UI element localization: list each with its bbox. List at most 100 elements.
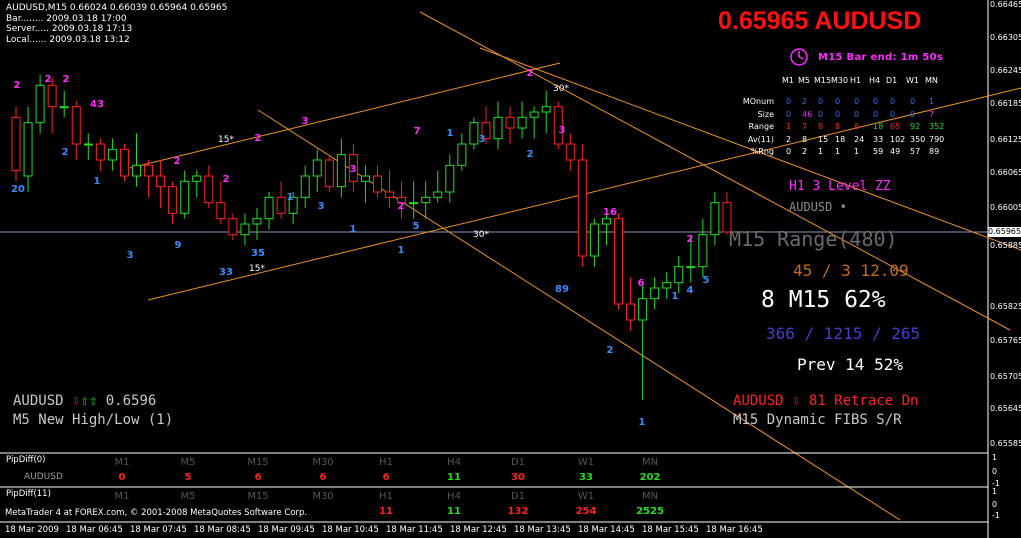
- trendline-upper-up: [129, 62, 561, 169]
- candle-body: [83, 143, 93, 146]
- sub-axis-tick: 1: [992, 487, 998, 496]
- clock-icon: [790, 48, 808, 66]
- panel-tf-header: W1: [577, 457, 595, 468]
- percent-line: 8 M15 62%: [761, 287, 886, 313]
- left-newhl: M5 New High/Low (1): [13, 412, 174, 428]
- tf-header: H4: [869, 76, 881, 85]
- candle-body: [421, 196, 431, 204]
- time-tick: 18 Mar 2009: [5, 525, 59, 535]
- candle-body: [529, 111, 539, 118]
- zigzag-label: 2: [527, 149, 534, 160]
- tf-header: M15: [814, 76, 832, 85]
- left-symbol: AUDUSD: [13, 393, 64, 409]
- candle-body: [228, 218, 238, 236]
- sub-axis-tick: 0: [992, 467, 998, 476]
- sub-axis-tick: -1: [992, 511, 1000, 520]
- candle-body: [445, 164, 455, 193]
- info-cell: 8: [802, 134, 808, 144]
- zigzag-label: 2: [62, 147, 69, 158]
- zigzag-label: 2: [223, 174, 230, 185]
- time-tick: 18 Mar 14:45: [578, 525, 635, 535]
- info-cell: 0: [873, 97, 879, 106]
- info-cell: 59: [873, 147, 884, 156]
- info-cell: 1: [818, 147, 824, 156]
- candle-body: [59, 106, 69, 109]
- candle-body: [662, 282, 672, 289]
- candle-body: [577, 159, 587, 257]
- candle-body: [264, 196, 274, 220]
- info-cell: 65: [890, 122, 901, 131]
- time-tick: 18 Mar 08:45: [194, 525, 251, 535]
- zigzag-label: 2: [14, 80, 21, 91]
- info-cell: 1: [929, 97, 935, 106]
- panel-tf-header: M1: [114, 491, 130, 502]
- info-cell: 2: [802, 97, 808, 106]
- tf-header: D1: [886, 76, 898, 85]
- candle-body: [626, 303, 636, 321]
- info-row-label: Range: [748, 122, 774, 131]
- tf-header: M30: [831, 76, 849, 85]
- candle-body: [312, 159, 322, 177]
- info-cell: 89: [929, 147, 940, 156]
- info-cell: 0: [818, 97, 824, 106]
- panel-tf-header: H1: [379, 491, 393, 502]
- counts-line: 366 / 1215 / 265: [766, 324, 921, 343]
- zigzag-label: 35: [251, 248, 265, 259]
- prev-line: Prev 14 52%: [797, 355, 903, 374]
- zigzag-label: 1: [639, 417, 646, 428]
- zigzag-label: 2: [255, 133, 262, 144]
- panel-value: 6: [382, 472, 390, 483]
- candle-body: [517, 116, 527, 129]
- arrow-up-icon: ⇧⇧: [80, 393, 98, 409]
- info-cell: 1: [786, 122, 792, 131]
- zigzag-label: 16: [603, 207, 617, 218]
- info-cell: 102: [890, 134, 906, 144]
- info-cell: 49: [890, 147, 901, 156]
- tf-header: M1: [782, 76, 794, 85]
- angle-label-4: 30*: [473, 230, 489, 240]
- zigzag-label: 5: [413, 221, 420, 232]
- candle-body: [156, 175, 166, 188]
- panel-value: 11: [379, 506, 393, 517]
- info-cell: 2: [786, 134, 792, 144]
- info-cell: 1: [854, 147, 860, 156]
- info-cell: 352: [929, 122, 945, 131]
- info-cell: 790: [929, 134, 945, 144]
- fibs-label: M15 Dynamic FIBS S/R: [733, 412, 902, 428]
- candle-body: [385, 191, 395, 198]
- time-tick: 18 Mar 15:45: [642, 525, 699, 535]
- panel-title: PipDiff(11): [6, 489, 51, 499]
- candle-body: [47, 84, 57, 108]
- zigzag-label: 9: [175, 240, 182, 251]
- panel-tf-header: M15: [247, 491, 269, 502]
- angle-label-2: 15*: [249, 264, 265, 274]
- panel-tf-header: M30: [312, 457, 334, 468]
- big-price-label: 0.65965 AUDUSD: [718, 7, 922, 35]
- price-tick: 0.66065: [990, 168, 1021, 177]
- candle-body: [252, 218, 262, 225]
- info-cell: 7: [802, 122, 808, 131]
- candle-body: [132, 164, 141, 177]
- panel-tf-header: M30: [312, 491, 334, 502]
- info-cell: 0: [835, 109, 841, 119]
- candle-body: [589, 223, 599, 257]
- zigzag-label: 1: [672, 291, 679, 302]
- zigzag-label: 33: [219, 267, 233, 278]
- time-tick: 18 Mar 13:45: [514, 525, 571, 535]
- price-tick: 0.65885: [990, 241, 1021, 250]
- price-tick: 0.66245: [990, 66, 1021, 75]
- info-cell: 8: [854, 122, 860, 131]
- candles: [11, 74, 732, 400]
- zigzag-label: 89: [555, 284, 569, 295]
- tf-header: W1: [906, 76, 919, 85]
- candle-body: [457, 143, 467, 166]
- panel-tf-header: H1: [379, 457, 393, 468]
- panel-value: 6: [319, 472, 327, 483]
- info-cell: 0: [786, 97, 792, 106]
- price-tick: 0.66305: [990, 33, 1021, 42]
- info-cell: 0: [910, 109, 916, 119]
- zigzag-label: 2: [687, 234, 694, 245]
- candle-body: [336, 154, 346, 188]
- price-tick: 0.66185: [990, 99, 1021, 108]
- time-tick: 18 Mar 11:45: [386, 525, 443, 535]
